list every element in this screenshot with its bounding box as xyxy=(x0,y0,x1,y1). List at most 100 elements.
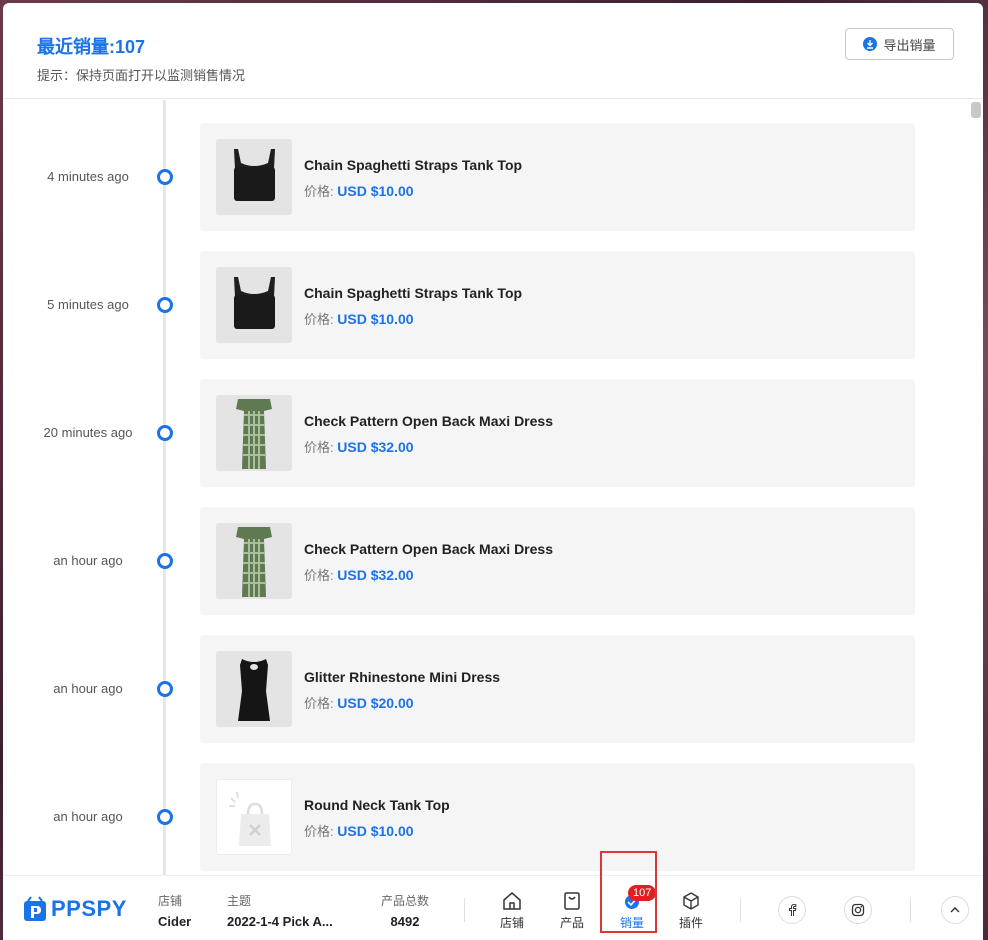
store-label: 店铺 xyxy=(158,894,183,908)
product-price: USD $10.00 xyxy=(337,311,414,327)
chevron-up-icon xyxy=(950,907,960,913)
theme-info: 主题 2022-1-4 Pick A... xyxy=(227,892,333,929)
sale-time: an hour ago xyxy=(53,681,123,696)
sales-panel: 最近销量:107 提示：保持页面打开以监测销售情况 导出销量 4 minutes… xyxy=(3,3,983,940)
nav-plugins-label: 插件 xyxy=(678,916,703,930)
products-value: 8492 xyxy=(390,914,420,929)
product-name[interactable]: Chain Spaghetti Straps Tank Top xyxy=(304,285,522,301)
sale-row: 4 minutes ago Chain Spaghetti Straps Tan… xyxy=(3,123,983,231)
scrollbar-thumb[interactable] xyxy=(971,102,981,118)
panel-header: 最近销量:107 提示：保持页面打开以监测销售情况 导出销量 xyxy=(3,3,983,99)
product-price: USD $10.00 xyxy=(337,183,414,199)
price-row: 价格: USD $10.00 xyxy=(304,309,414,328)
product-image[interactable] xyxy=(216,523,292,599)
scrollbar[interactable] xyxy=(969,100,983,875)
cube-icon xyxy=(683,892,699,910)
price-prefix: 价格: xyxy=(304,696,334,711)
logo-pp: PP xyxy=(51,896,82,921)
product-name[interactable]: Chain Spaghetti Straps Tank Top xyxy=(304,157,522,173)
sales-tab-highlight xyxy=(600,851,657,933)
sale-row: an hour ago Check Pattern Open Back Maxi… xyxy=(3,507,983,615)
product-image[interactable] xyxy=(216,395,292,471)
sale-time: an hour ago xyxy=(53,809,123,824)
sale-time: 20 minutes ago xyxy=(43,425,133,440)
nav-store-label: 店铺 xyxy=(499,916,524,930)
sale-card[interactable]: Chain Spaghetti Straps Tank Top 价格: USD … xyxy=(200,123,915,231)
sales-timeline[interactable]: 4 minutes ago Chain Spaghetti Straps Tan… xyxy=(3,100,983,875)
logo-spy: SPY xyxy=(81,896,127,921)
sale-card[interactable]: Check Pattern Open Back Maxi Dress 价格: U… xyxy=(200,379,915,487)
product-image[interactable] xyxy=(216,267,292,343)
products-label: 产品总数 xyxy=(380,894,429,908)
green-check-dress-image xyxy=(216,395,292,471)
bag-icon xyxy=(564,892,580,910)
placeholder-image-icon xyxy=(229,791,271,846)
home-icon xyxy=(503,892,521,910)
price-row: 价格: USD $10.00 xyxy=(304,821,414,840)
sale-row: an hour ago Glitter Rhinestone Mini Dres… xyxy=(3,635,983,743)
sale-card[interactable]: Glitter Rhinestone Mini Dress 价格: USD $2… xyxy=(200,635,915,743)
product-image[interactable] xyxy=(216,651,292,727)
price-row: 价格: USD $32.00 xyxy=(304,565,414,584)
bottom-toolbar: PPSPY 店铺 Cider 主题 2022-1-4 Pick A... 产品总… xyxy=(3,875,983,940)
collapse-button[interactable] xyxy=(941,896,969,924)
export-sales-label: 导出销量 xyxy=(883,37,936,53)
store-info: 店铺 Cider xyxy=(158,892,191,929)
instagram-icon xyxy=(851,903,865,917)
product-name[interactable]: Check Pattern Open Back Maxi Dress xyxy=(304,413,553,429)
price-prefix: 价格: xyxy=(304,568,334,583)
price-row: 价格: USD $10.00 xyxy=(304,181,414,200)
product-image[interactable] xyxy=(216,139,292,215)
nav-store[interactable]: 店铺 xyxy=(488,890,536,931)
timeline-dot xyxy=(157,425,173,441)
export-sales-button[interactable]: 导出销量 xyxy=(845,28,954,60)
sale-row: an hour ago Round Neck Tank Top 价格: USD … xyxy=(3,763,983,871)
sale-time: 5 minutes ago xyxy=(47,297,129,312)
nav-plugins[interactable]: 插件 xyxy=(667,890,715,931)
sale-card[interactable]: Chain Spaghetti Straps Tank Top 价格: USD … xyxy=(200,251,915,359)
price-prefix: 价格: xyxy=(304,312,334,327)
black-mini-dress-image xyxy=(216,651,292,727)
nav-products-label: 产品 xyxy=(559,916,584,930)
product-name[interactable]: Check Pattern Open Back Maxi Dress xyxy=(304,541,553,557)
black-tank-top-image xyxy=(216,267,292,343)
sale-row: 5 minutes ago Chain Spaghetti Straps Tan… xyxy=(3,251,983,359)
price-row: 价格: USD $20.00 xyxy=(304,693,414,712)
product-price: USD $20.00 xyxy=(337,695,414,711)
sale-card[interactable]: Check Pattern Open Back Maxi Dress 价格: U… xyxy=(200,507,915,615)
timeline-dot xyxy=(157,297,173,313)
price-prefix: 价格: xyxy=(304,824,334,839)
monitor-hint: 提示：保持页面打开以监测销售情况 xyxy=(37,68,246,83)
sale-row: 20 minutes ago Check Pattern Open Back M… xyxy=(3,379,983,487)
instagram-button[interactable] xyxy=(844,896,872,924)
sale-time: 4 minutes ago xyxy=(47,169,129,184)
nav-products[interactable]: 产品 xyxy=(548,890,596,931)
price-prefix: 价格: xyxy=(304,440,334,455)
product-name[interactable]: Round Neck Tank Top xyxy=(304,797,450,813)
divider xyxy=(740,898,741,922)
sale-time: an hour ago xyxy=(53,553,123,568)
download-icon xyxy=(863,37,878,51)
product-image[interactable] xyxy=(216,779,292,855)
divider xyxy=(910,898,911,922)
price-prefix: 价格: xyxy=(304,184,334,199)
facebook-button[interactable] xyxy=(778,896,806,924)
timeline-dot xyxy=(157,553,173,569)
recent-sales-title: 最近销量:107 xyxy=(37,37,146,57)
timeline-dot xyxy=(157,681,173,697)
divider xyxy=(464,898,465,922)
timeline-dot xyxy=(157,809,173,825)
ppspy-logo[interactable]: PPSPY xyxy=(23,896,127,922)
product-price: USD $10.00 xyxy=(337,823,414,839)
store-value: Cider xyxy=(158,914,192,929)
price-row: 价格: USD $32.00 xyxy=(304,437,414,456)
product-price: USD $32.00 xyxy=(337,567,414,583)
green-check-dress-image xyxy=(216,523,292,599)
sale-card[interactable]: Round Neck Tank Top 价格: USD $10.00 xyxy=(200,763,915,871)
theme-value: 2022-1-4 Pick A... xyxy=(227,914,333,929)
timeline-dot xyxy=(157,169,173,185)
facebook-icon xyxy=(789,903,797,916)
products-info: 产品总数 8492 xyxy=(379,892,431,929)
ppspy-logo-icon xyxy=(24,896,46,921)
product-name[interactable]: Glitter Rhinestone Mini Dress xyxy=(304,669,500,685)
